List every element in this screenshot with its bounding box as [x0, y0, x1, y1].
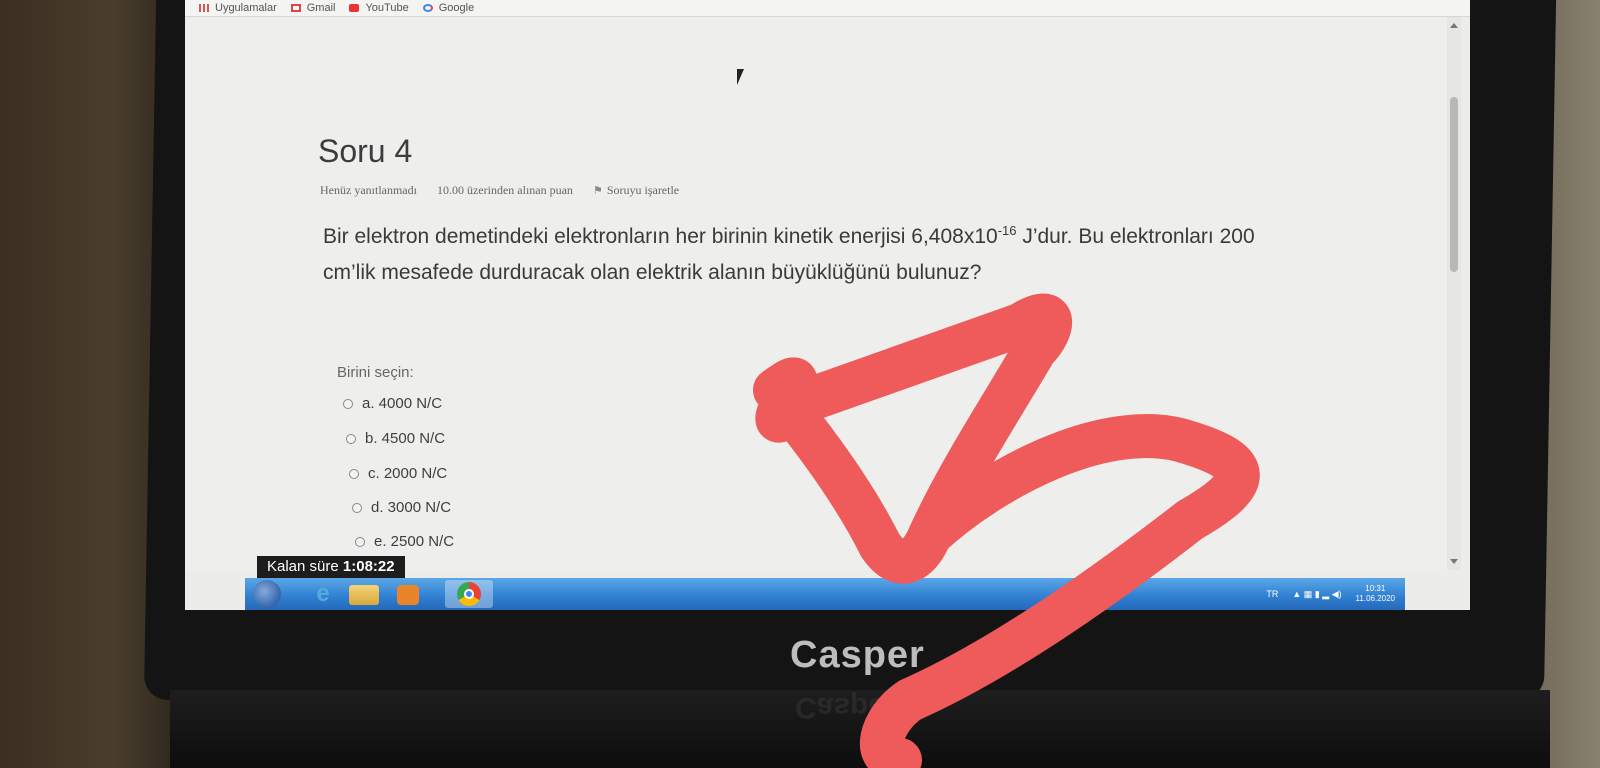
question-text: Bir elektron demetindeki elektronların h… — [323, 213, 1283, 291]
choose-prompt: Birini seçin: — [337, 364, 414, 381]
media-player-icon[interactable] — [397, 585, 419, 605]
answer-option-label: b. 4500 N/C — [365, 430, 446, 447]
gmail-icon — [290, 4, 301, 12]
clock-date: 11.06.2020 — [1355, 594, 1395, 603]
remaining-time-badge: Kalan süre 1:08:22 — [257, 556, 405, 578]
answer-option-e[interactable]: e. 2500 N/C — [355, 533, 454, 550]
bookmark-google[interactable]: Google — [422, 2, 475, 14]
radio-button[interactable] — [346, 433, 356, 444]
laptop-brand-logo: Casper — [790, 634, 925, 676]
radio-button[interactable] — [352, 502, 362, 513]
bookmarks-bar: Uygulamalar Gmail YouTube Google — [185, 0, 1470, 17]
bookmark-youtube[interactable]: YouTube — [349, 2, 409, 14]
apps-grid-icon — [199, 4, 209, 12]
bookmark-label: Uygulamalar — [215, 2, 277, 14]
scroll-up-arrow-icon[interactable] — [1450, 23, 1458, 28]
answer-option-label: a. 4000 N/C — [362, 395, 443, 412]
answer-option-a[interactable]: a. 4000 N/C — [343, 395, 442, 412]
flag-icon: ⚑ — [592, 185, 603, 197]
page-scrollbar[interactable] — [1447, 17, 1461, 570]
google-icon — [422, 4, 433, 12]
timer-value: 1:08:22 — [342, 558, 395, 575]
flag-question-link[interactable]: ⚑ Soruyu işaretle — [593, 183, 679, 198]
laptop-brand-reflection: Casper — [795, 691, 897, 724]
quiz-page: Soru 4 Henüz yanıtlanmadı 10.00 üzerinde… — [185, 17, 1450, 570]
question-status: Henüz yanıtlanmadı — [320, 183, 417, 197]
bookmark-gmail[interactable]: Gmail — [290, 2, 336, 14]
windows-taskbar: e TR ▲ ▦ ▮ ▂ ◀) 10:31 11.06.2020 — [245, 578, 1405, 610]
mouse-cursor-icon — [737, 69, 744, 85]
bookmark-label: Gmail — [306, 2, 336, 14]
timer-label: Kalan süre — [267, 558, 339, 575]
answer-option-d[interactable]: d. 3000 N/C — [352, 499, 451, 516]
bookmark-label: YouTube — [365, 2, 409, 14]
system-tray: TR ▲ ▦ ▮ ▂ ◀) 10:31 11.06.2020 — [1266, 578, 1395, 610]
clock-time: 10:31 — [1365, 584, 1386, 593]
radio-button[interactable] — [349, 468, 359, 479]
tray-icons[interactable]: ▲ ▦ ▮ ▂ ◀) — [1292, 589, 1341, 600]
answer-option-c[interactable]: c. 2000 N/C — [349, 465, 447, 482]
question-text-part1: Bir elektron demetindeki elektronların h… — [323, 225, 998, 248]
laptop-screen: Uygulamalar Gmail YouTube Google Soru 4 … — [185, 0, 1470, 610]
bookmark-apps[interactable]: Uygulamalar — [199, 2, 277, 14]
system-clock[interactable]: 10:31 11.06.2020 — [1356, 584, 1395, 604]
internet-explorer-icon[interactable]: e — [301, 581, 345, 607]
radio-button[interactable] — [355, 536, 365, 547]
file-explorer-icon[interactable] — [349, 585, 379, 605]
scroll-down-arrow-icon[interactable] — [1450, 559, 1458, 564]
chrome-taskbar-button[interactable] — [445, 580, 493, 608]
chrome-icon — [457, 582, 481, 606]
answer-option-b[interactable]: b. 4500 N/C — [346, 430, 445, 447]
question-text-exponent: -16 — [997, 223, 1017, 238]
answer-option-label: d. 3000 N/C — [371, 499, 452, 516]
scroll-thumb[interactable] — [1450, 97, 1458, 272]
flag-question-label: Soruyu işaretle — [606, 183, 680, 197]
youtube-icon — [349, 4, 360, 12]
answer-option-label: c. 2000 N/C — [368, 465, 448, 482]
question-info: Henüz yanıtlanmadı 10.00 üzerinden alına… — [320, 183, 679, 198]
language-indicator[interactable]: TR — [1266, 589, 1278, 599]
answer-option-label: e. 2500 N/C — [374, 533, 455, 550]
question-title: Soru 4 — [318, 133, 413, 169]
question-points: 10.00 üzerinden alınan puan — [436, 183, 573, 197]
radio-button[interactable] — [343, 398, 353, 409]
start-button[interactable] — [253, 580, 281, 608]
bookmark-label: Google — [438, 2, 475, 14]
